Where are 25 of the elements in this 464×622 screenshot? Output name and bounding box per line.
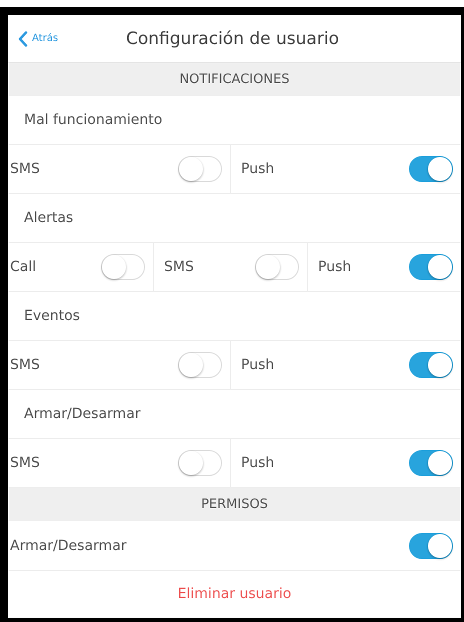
toggle-label: SMS [10, 357, 40, 373]
toggle-label: Push [241, 161, 274, 177]
toggle-switch[interactable] [409, 532, 453, 558]
toggle-label: SMS [10, 161, 40, 177]
back-button[interactable]: Atrás [8, 30, 126, 46]
section-header: PERMISOS [8, 488, 461, 521]
toggle-label: Push [241, 455, 274, 471]
toggle-label: Push [318, 259, 352, 275]
toggle-label: SMS [10, 455, 40, 471]
group-title: Armar/Desarmar [24, 406, 141, 422]
toggle-label: SMS [164, 259, 194, 275]
permission-label: Armar/Desarmar [10, 538, 127, 554]
chevron-left-icon [18, 30, 28, 46]
toggle-switch[interactable] [409, 254, 453, 280]
toggle-label: Call [10, 259, 36, 275]
toggle-switch[interactable] [409, 156, 453, 182]
group-title: Alertas [24, 210, 74, 226]
screen-title: Configuración de usuario [126, 28, 339, 48]
group-title: Mal funcionamiento [24, 112, 162, 128]
section-header: NOTIFICACIONES [8, 63, 461, 96]
toggle-label: Push [241, 357, 274, 373]
group-title: Eventos [24, 308, 80, 324]
delete-user-button[interactable]: Eliminar usuario [170, 582, 300, 606]
toggle-switch[interactable] [409, 352, 453, 378]
toggle-switch[interactable] [409, 450, 453, 476]
